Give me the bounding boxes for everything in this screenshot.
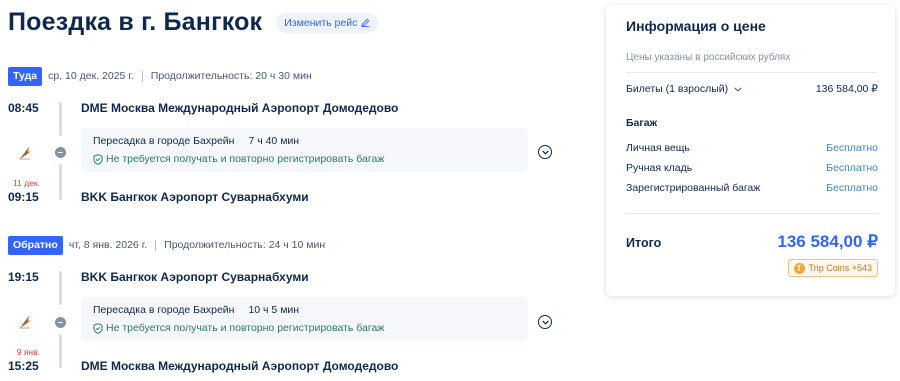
- route-line: [59, 102, 62, 136]
- inbound-arrival-airport: DME Москва Международный Аэропорт Домоде…: [81, 359, 399, 373]
- price-card-title: Информация о цене: [626, 18, 766, 34]
- page-title: Поездка в г. Бангкок: [8, 8, 263, 36]
- stop-dot-icon: [55, 317, 66, 328]
- tickets-label: Билеты (1 взрослый): [626, 83, 729, 95]
- inbound-date: чт, 8 янв. 2026 г.: [68, 239, 148, 251]
- trip-coins-label: Trip Coins +543: [808, 263, 872, 273]
- shield-check-icon: [93, 153, 103, 165]
- tickets-row[interactable]: Билеты (1 взрослый) 136 584,00 ₽: [626, 83, 878, 95]
- inbound-header: Обратно чт, 8 янв. 2026 г. Продолжительн…: [8, 235, 568, 255]
- outbound-transfer-box: Пересадка в городе Бахрейн 7 ч 40 мин Не …: [81, 128, 528, 172]
- divider: [626, 213, 878, 214]
- route-line: [59, 334, 62, 368]
- baggage-note: Не требуется получать и повторно регистр…: [106, 322, 385, 334]
- transfer-city: Пересадка в городе Бахрейн: [93, 304, 235, 316]
- baggage-note: Не требуется получать и повторно регистр…: [106, 153, 385, 165]
- inbound-segment: Обратно чт, 8 янв. 2026 г. Продолжительн…: [8, 235, 568, 381]
- inbound-duration: Продолжительность: 24 ч 10 мин: [164, 239, 326, 251]
- tickets-value: 136 584,00 ₽: [815, 83, 878, 95]
- change-flight-label: Изменить рейс: [284, 16, 358, 29]
- divider: [141, 70, 143, 82]
- title-row: Поездка в г. Бангкок Изменить рейс: [8, 8, 379, 37]
- inbound-tag: Обратно: [8, 235, 63, 255]
- chevron-down-icon: [734, 86, 742, 92]
- carry-on-value: Бесплатно: [826, 162, 878, 174]
- outbound-departure-time: 08:45: [8, 101, 39, 115]
- airline-logo-icon: [19, 147, 31, 160]
- route-line: [59, 271, 62, 305]
- trip-coin-icon: T: [793, 262, 805, 274]
- outbound-duration: Продолжительность: 20 ч 30 мин: [150, 70, 312, 82]
- outbound-date: ср, 10 дек. 2025 г.: [48, 70, 134, 82]
- outbound-arrival-date-note: 11 дек.: [13, 178, 40, 188]
- carry-on-label: Ручная кладь: [626, 162, 693, 174]
- chevron-down-icon: [541, 149, 549, 155]
- route-line: [59, 164, 62, 200]
- transfer-duration: 7 ч 40 мин: [248, 135, 300, 147]
- edit-icon: [361, 18, 370, 27]
- personal-item-label: Личная вещь: [626, 142, 690, 154]
- transfer-duration: 10 ч 5 мин: [248, 304, 300, 316]
- total-label: Итого: [626, 236, 662, 250]
- change-flight-button[interactable]: Изменить рейс: [276, 12, 379, 33]
- inbound-transfer-box: Пересадка в городе Бахрейн 10 ч 5 мин Не …: [81, 297, 528, 341]
- personal-item-row: Личная вещь Бесплатно: [626, 142, 878, 154]
- inbound-arrival-time: 15:25: [8, 359, 39, 373]
- inbound-departure-airport: BKK Бангкок Аэропорт Суварнабхуми: [81, 270, 309, 284]
- carry-on-row: Ручная кладь Бесплатно: [626, 162, 878, 174]
- divider: [155, 239, 157, 251]
- outbound-departure-airport: DME Москва Международный Аэропорт Домоде…: [81, 101, 399, 115]
- chevron-down-icon: [541, 319, 549, 325]
- baggage-title: Багаж: [626, 117, 658, 129]
- currency-note: Цены указаны в российских рублях: [626, 52, 791, 63]
- outbound-segment: Туда ср, 10 дек. 2025 г. Продолжительнос…: [8, 66, 568, 216]
- stop-dot-icon: [55, 147, 66, 158]
- checked-baggage-row: Зарегистрированный багаж Бесплатно: [626, 182, 878, 194]
- trip-coins-badge: T Trip Coins +543: [787, 259, 878, 277]
- inbound-arrival-date-note: 9 янв.: [16, 347, 40, 357]
- inbound-expand-button[interactable]: [538, 315, 552, 329]
- price-info-card: Информация о цене Цены указаны в российс…: [606, 5, 895, 296]
- outbound-tag: Туда: [8, 66, 43, 86]
- shield-check-icon: [93, 322, 103, 334]
- airline-logo-icon: [19, 316, 31, 329]
- checked-baggage-label: Зарегистрированный багаж: [626, 182, 761, 194]
- inbound-departure-time: 19:15: [8, 270, 39, 284]
- tickets-label-wrap: Билеты (1 взрослый): [626, 83, 742, 95]
- outbound-arrival-time: 09:15: [8, 190, 39, 204]
- checked-baggage-value: Бесплатно: [826, 182, 878, 194]
- transfer-city: Пересадка в городе Бахрейн: [93, 135, 235, 147]
- personal-item-value: Бесплатно: [826, 142, 878, 154]
- divider: [626, 72, 878, 73]
- total-value: 136 584,00 ₽: [777, 232, 878, 251]
- outbound-header: Туда ср, 10 дек. 2025 г. Продолжительнос…: [8, 66, 568, 86]
- outbound-expand-button[interactable]: [538, 145, 552, 159]
- outbound-arrival-airport: BKK Бангкок Аэропорт Суварнабхуми: [81, 190, 309, 204]
